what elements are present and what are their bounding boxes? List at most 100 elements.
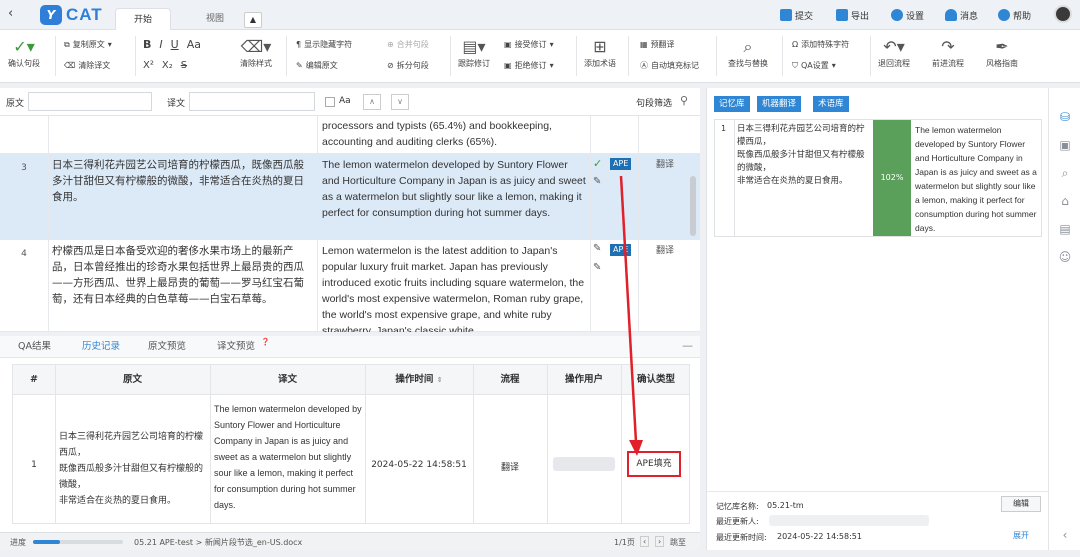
pretranslate-button[interactable]: ▦ 预翻译 — [640, 39, 675, 50]
tab-termbase[interactable]: 术语库 — [813, 96, 849, 112]
tab-history[interactable]: 历史记录 — [82, 336, 120, 358]
add-term-button[interactable]: ⊞ 添加术语 — [584, 36, 616, 69]
status-badge: APE — [610, 244, 632, 256]
collapse-ribbon-icon[interactable]: ▲ — [244, 12, 262, 28]
tab-target-preview[interactable]: 译文预览 — [217, 336, 255, 358]
strikethrough-button[interactable]: S — [181, 60, 187, 71]
col-header: # — [13, 365, 55, 395]
jump-to[interactable]: 跳至 — [670, 537, 686, 548]
tab-machine-translation[interactable]: 机器翻译 — [757, 96, 802, 112]
search-icon[interactable]: ⌕ — [1058, 166, 1072, 180]
copy-source-button[interactable]: ⧉ 复制原文 ▾ — [64, 39, 112, 50]
segment-number: 4 — [21, 249, 27, 259]
reject-icon: ▣ — [504, 61, 512, 70]
merge-segment-button[interactable]: ⊕ 合并句段 — [387, 39, 429, 50]
tm-match-entry[interactable]: 1 日本三得利花卉园艺公司培育的柠檬西瓜， 既像西瓜般多汁甘甜但又有柠檬般的微酸… — [714, 119, 1042, 237]
tab-view[interactable]: 视图 — [188, 8, 242, 30]
edit-note-icon[interactable]: ✎ — [593, 262, 601, 273]
segment-grid: processors and typists (65.4%) and bookk… — [0, 116, 700, 332]
ribbon-toolbar: ✓▾ 确认句段 ⧉ 复制原文 ▾ ⌫ 清除译文 B I U Aa X² X₂ S ⌫▾ 清… — [0, 30, 1080, 83]
segment-target[interactable]: Lemon watermelon is the latest addition … — [318, 243, 590, 332]
blurred-user — [769, 515, 929, 526]
forward-flow-button[interactable]: ↷ 前进流程 — [932, 36, 964, 69]
grid-scrollbar[interactable] — [690, 176, 696, 236]
progress-fill — [33, 540, 60, 544]
edit-button[interactable]: 编辑 — [1001, 496, 1041, 512]
table-row[interactable]: 3 日本三得利花卉园艺公司培育的柠檬西瓜，既像西瓜般多汁甘甜但又有柠檬般的微酸，… — [0, 154, 700, 240]
tab-source-preview[interactable]: 原文预览 — [148, 336, 186, 358]
bottom-panel: QA结果 历史记录 原文预览 译文预览 ❓ — # 原文 译文 操作时间 ⇕ 流… — [0, 336, 700, 532]
history-time: 2024-05-22 14:58:51 — [371, 460, 467, 470]
autofill-tags-button[interactable]: Ⓐ 自动填充标记 — [640, 60, 699, 71]
eraser-icon: ⌫▾ — [240, 37, 272, 56]
bold-button[interactable]: B — [143, 38, 151, 51]
avatar[interactable] — [1054, 5, 1072, 23]
edit-source-button[interactable]: ✎ 编辑原文 — [296, 60, 338, 71]
clear-icon: ⌫ — [64, 61, 76, 70]
prev-page-icon[interactable]: ‹ — [640, 536, 650, 547]
reject-changes-button[interactable]: ▣ 拒绝修订 ▾ — [504, 60, 554, 71]
chevron-left-icon[interactable]: ‹ — [1058, 528, 1072, 542]
font-size-button[interactable]: Aa — [187, 38, 201, 51]
accept-changes-button[interactable]: ▣ 接受修订 ▾ — [504, 39, 554, 50]
expand-link[interactable]: 展开 — [1013, 530, 1029, 541]
tab-qa-results[interactable]: QA结果 — [18, 336, 51, 358]
help-button[interactable]: 帮助 — [998, 7, 1031, 23]
notes-icon[interactable]: ▤ — [1058, 222, 1072, 236]
confirm-segment-button[interactable]: ✓▾ 确认句段 — [8, 36, 40, 69]
history-source: 日本三得利花卉园艺公司培育的柠檬西瓜， 既像西瓜般多汁甘甜但又有柠檬般的微酸， … — [59, 432, 204, 506]
add-special-char-button[interactable]: Ω 添加特殊字符 — [792, 39, 849, 50]
clear-style-button[interactable]: ⌫▾ 清除样式 — [240, 36, 272, 69]
tab-start[interactable]: 开始 — [115, 8, 172, 30]
find-replace-button[interactable]: ⌕ 查找与替换 — [728, 36, 768, 69]
term-icon[interactable]: ▣ — [1058, 138, 1072, 152]
status-badge: APE — [610, 158, 632, 170]
source-filter-input[interactable] — [28, 92, 152, 111]
track-changes-button[interactable]: ▤▾ 跟踪修订 — [458, 36, 490, 69]
tag-icon[interactable]: ⌂ — [1058, 194, 1072, 208]
side-rail: ⛁ ▣ ⌕ ⌂ ▤ ☺ ‹ — [1048, 88, 1080, 550]
filter-icon[interactable]: ⚲ — [680, 94, 688, 107]
task-breadcrumb[interactable]: 05.21 APE-test > 新闻片段节选_en-US.docx — [134, 537, 302, 548]
segment-filter-label[interactable]: 句段筛选 — [636, 96, 672, 109]
export-button[interactable]: 导出 — [836, 7, 869, 23]
target-filter-input[interactable] — [189, 92, 315, 111]
gear-icon — [891, 9, 903, 21]
robot-icon[interactable]: ☺ — [1058, 250, 1072, 264]
back-icon[interactable]: ‹ — [8, 6, 13, 21]
updated-by-label: 最近更新人: — [716, 517, 759, 526]
pencil-icon: ✎ — [296, 61, 303, 70]
next-page-icon[interactable]: › — [655, 536, 665, 547]
database-icon[interactable]: ⛁ — [1058, 110, 1072, 124]
match-case-checkbox[interactable] — [325, 97, 335, 107]
clear-target-button[interactable]: ⌫ 清除译文 — [64, 60, 110, 71]
table-row[interactable]: 4 柠檬西瓜是日本备受欢迎的奢侈水果市场上的最新产品，日本曾经推出的珍奇水果包括… — [0, 240, 700, 332]
show-hidden-button[interactable]: ¶ 显示隐藏字符 — [296, 39, 352, 50]
minimize-icon[interactable]: — — [682, 339, 693, 352]
style-guide-button[interactable]: ✒ 风格指南 — [986, 36, 1018, 69]
next-match-button[interactable]: ∨ — [391, 94, 409, 110]
back-flow-button[interactable]: ↶▾ 退回流程 — [878, 36, 910, 69]
settings-button[interactable]: 设置 — [891, 7, 924, 23]
tm-match-num: 1 — [721, 124, 727, 133]
col-header-sortable[interactable]: 操作时间 ⇕ — [365, 365, 473, 395]
sort-icon: ⇕ — [436, 376, 443, 384]
edit-note-icon[interactable]: ✎ — [593, 176, 601, 187]
tab-translation-memory[interactable]: 记忆库 — [714, 96, 750, 112]
submit-button[interactable]: 提交 — [780, 7, 813, 23]
subscript-button[interactable]: X₂ — [162, 60, 173, 71]
messages-button[interactable]: 消息 — [945, 7, 978, 23]
merge-icon: ⊕ — [387, 40, 394, 49]
table-row[interactable]: processors and typists (65.4%) and bookk… — [0, 116, 700, 154]
italic-button[interactable]: I — [159, 38, 162, 51]
col-header: 确认类型 — [621, 365, 689, 395]
help-icon — [998, 9, 1010, 21]
superscript-button[interactable]: X² — [143, 60, 154, 71]
prev-match-button[interactable]: ∧ — [363, 94, 381, 110]
segment-target[interactable]: The lemon watermelon developed by Suntor… — [318, 157, 590, 237]
history-flow: 翻译 — [500, 463, 519, 473]
segment-target[interactable]: processors and typists (65.4%) and bookk… — [318, 118, 590, 152]
underline-button[interactable]: U — [171, 38, 179, 51]
qa-settings-button[interactable]: ⛉ QA设置 ▾ — [792, 60, 836, 71]
split-segment-button[interactable]: ⊘ 拆分句段 — [387, 60, 429, 71]
